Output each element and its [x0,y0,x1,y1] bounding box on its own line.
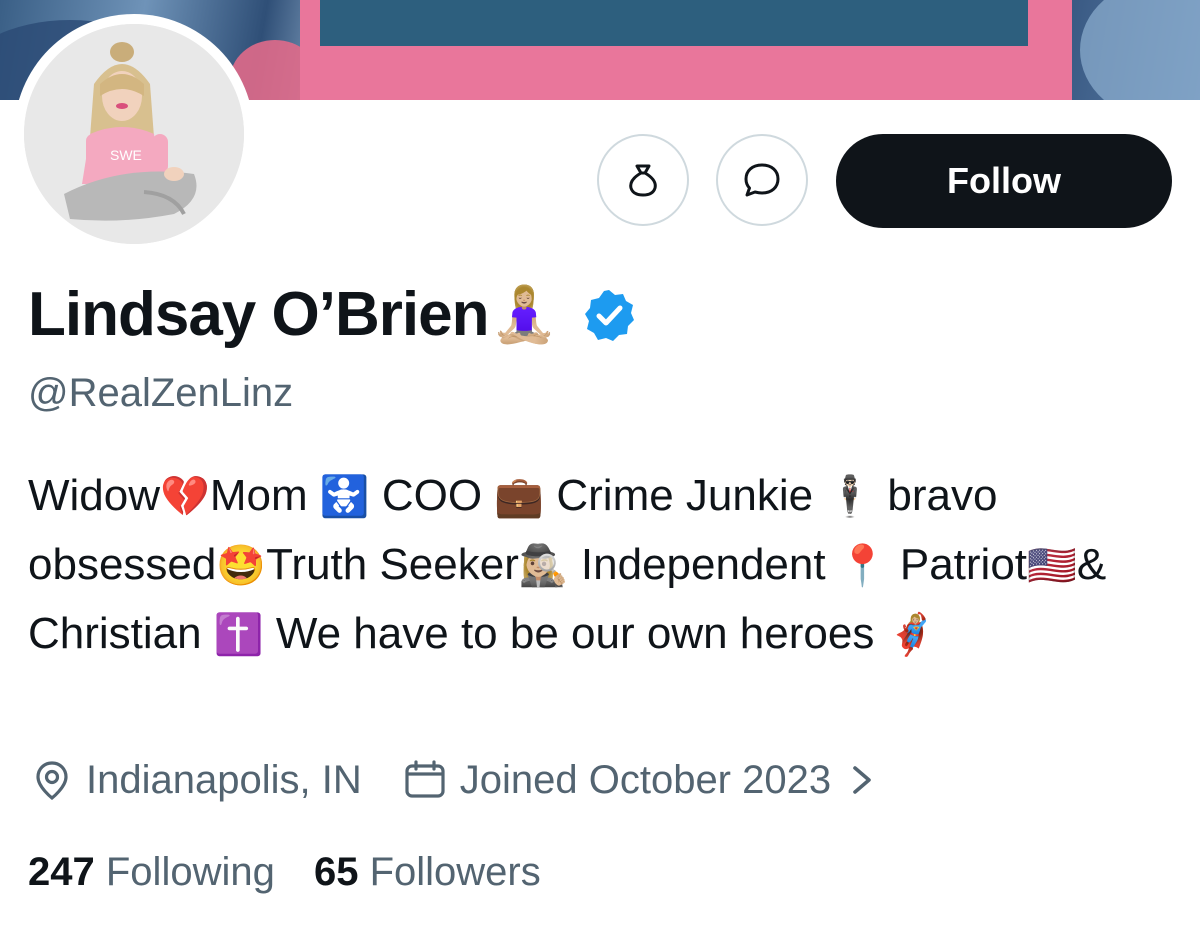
following-label: Following [105,850,275,894]
location-pin-icon [36,761,68,801]
display-name-text: Lindsay O’Brien [28,280,489,349]
joined-text: Joined October 2023 [459,757,832,802]
followers-link[interactable]: 65 Followers [314,850,541,894]
profile-meta: Indianapolis, IN Joined October 2023 [30,752,879,808]
bio-text: COO [369,471,495,520]
bio-emoji: 🕴🏻 [825,475,876,519]
avatar-image: SWE [24,24,244,244]
followers-label: Followers [369,850,541,894]
avatar[interactable]: SWE [14,14,254,254]
avatar-illustration: SWE [24,24,244,244]
bio: Widow💔Mom 🚼 COO 💼 Crime Junkie 🕴🏻 bravo … [28,462,1178,669]
banner-blob [1080,0,1200,100]
bio-text: We have to be our own heroes [263,609,887,658]
calendar-icon [405,760,445,798]
verified-badge-icon[interactable] [581,287,637,343]
chat-bubble-icon [744,163,780,197]
bio-emoji: 🇺🇸 [1027,544,1077,588]
chevron-right-icon [853,766,871,794]
bio-emoji: ✝️ [213,613,264,657]
joined-date[interactable]: Joined October 2023 [402,758,879,803]
follow-button[interactable]: Follow [836,134,1172,228]
bio-emoji: 💼 [494,475,545,519]
following-link[interactable]: 247 Following [28,850,275,894]
location-text: Indianapolis, IN [86,757,362,802]
bio-emoji: 🕵🏼‍♀️ [518,544,569,588]
user-handle: @RealZenLinz [28,371,294,415]
bio-text: Widow [28,471,161,520]
more-actions-button[interactable] [597,134,689,226]
bio-emoji: 💔 [160,475,210,519]
money-bag-icon [629,164,657,197]
followers-count: 65 [313,850,359,894]
bio-text: Crime Junkie [544,471,826,520]
svg-text:SWE: SWE [110,147,142,163]
bio-emoji: 📍 [837,544,888,588]
banner-card-inner [320,0,1028,46]
bio-text: Independent [568,540,838,589]
bio-text: Truth Seeker [266,540,519,589]
bio-emoji: 🦸🏼‍♀️ [886,613,937,657]
bio-text: Patriot [887,540,1028,589]
bio-emoji: 🤩 [216,544,267,588]
location: Indianapolis, IN [30,758,362,803]
bio-text: Mom [209,471,320,520]
follow-stats: 247 Following 65 Followers [28,844,541,900]
display-name: Lindsay O’Brien 🧘🏼‍♀️ [28,278,637,352]
bio-emoji: 🚼 [319,475,370,519]
message-button[interactable] [716,134,808,226]
following-count: 247 [28,850,95,894]
display-name-emoji: 🧘🏼‍♀️ [490,285,557,345]
